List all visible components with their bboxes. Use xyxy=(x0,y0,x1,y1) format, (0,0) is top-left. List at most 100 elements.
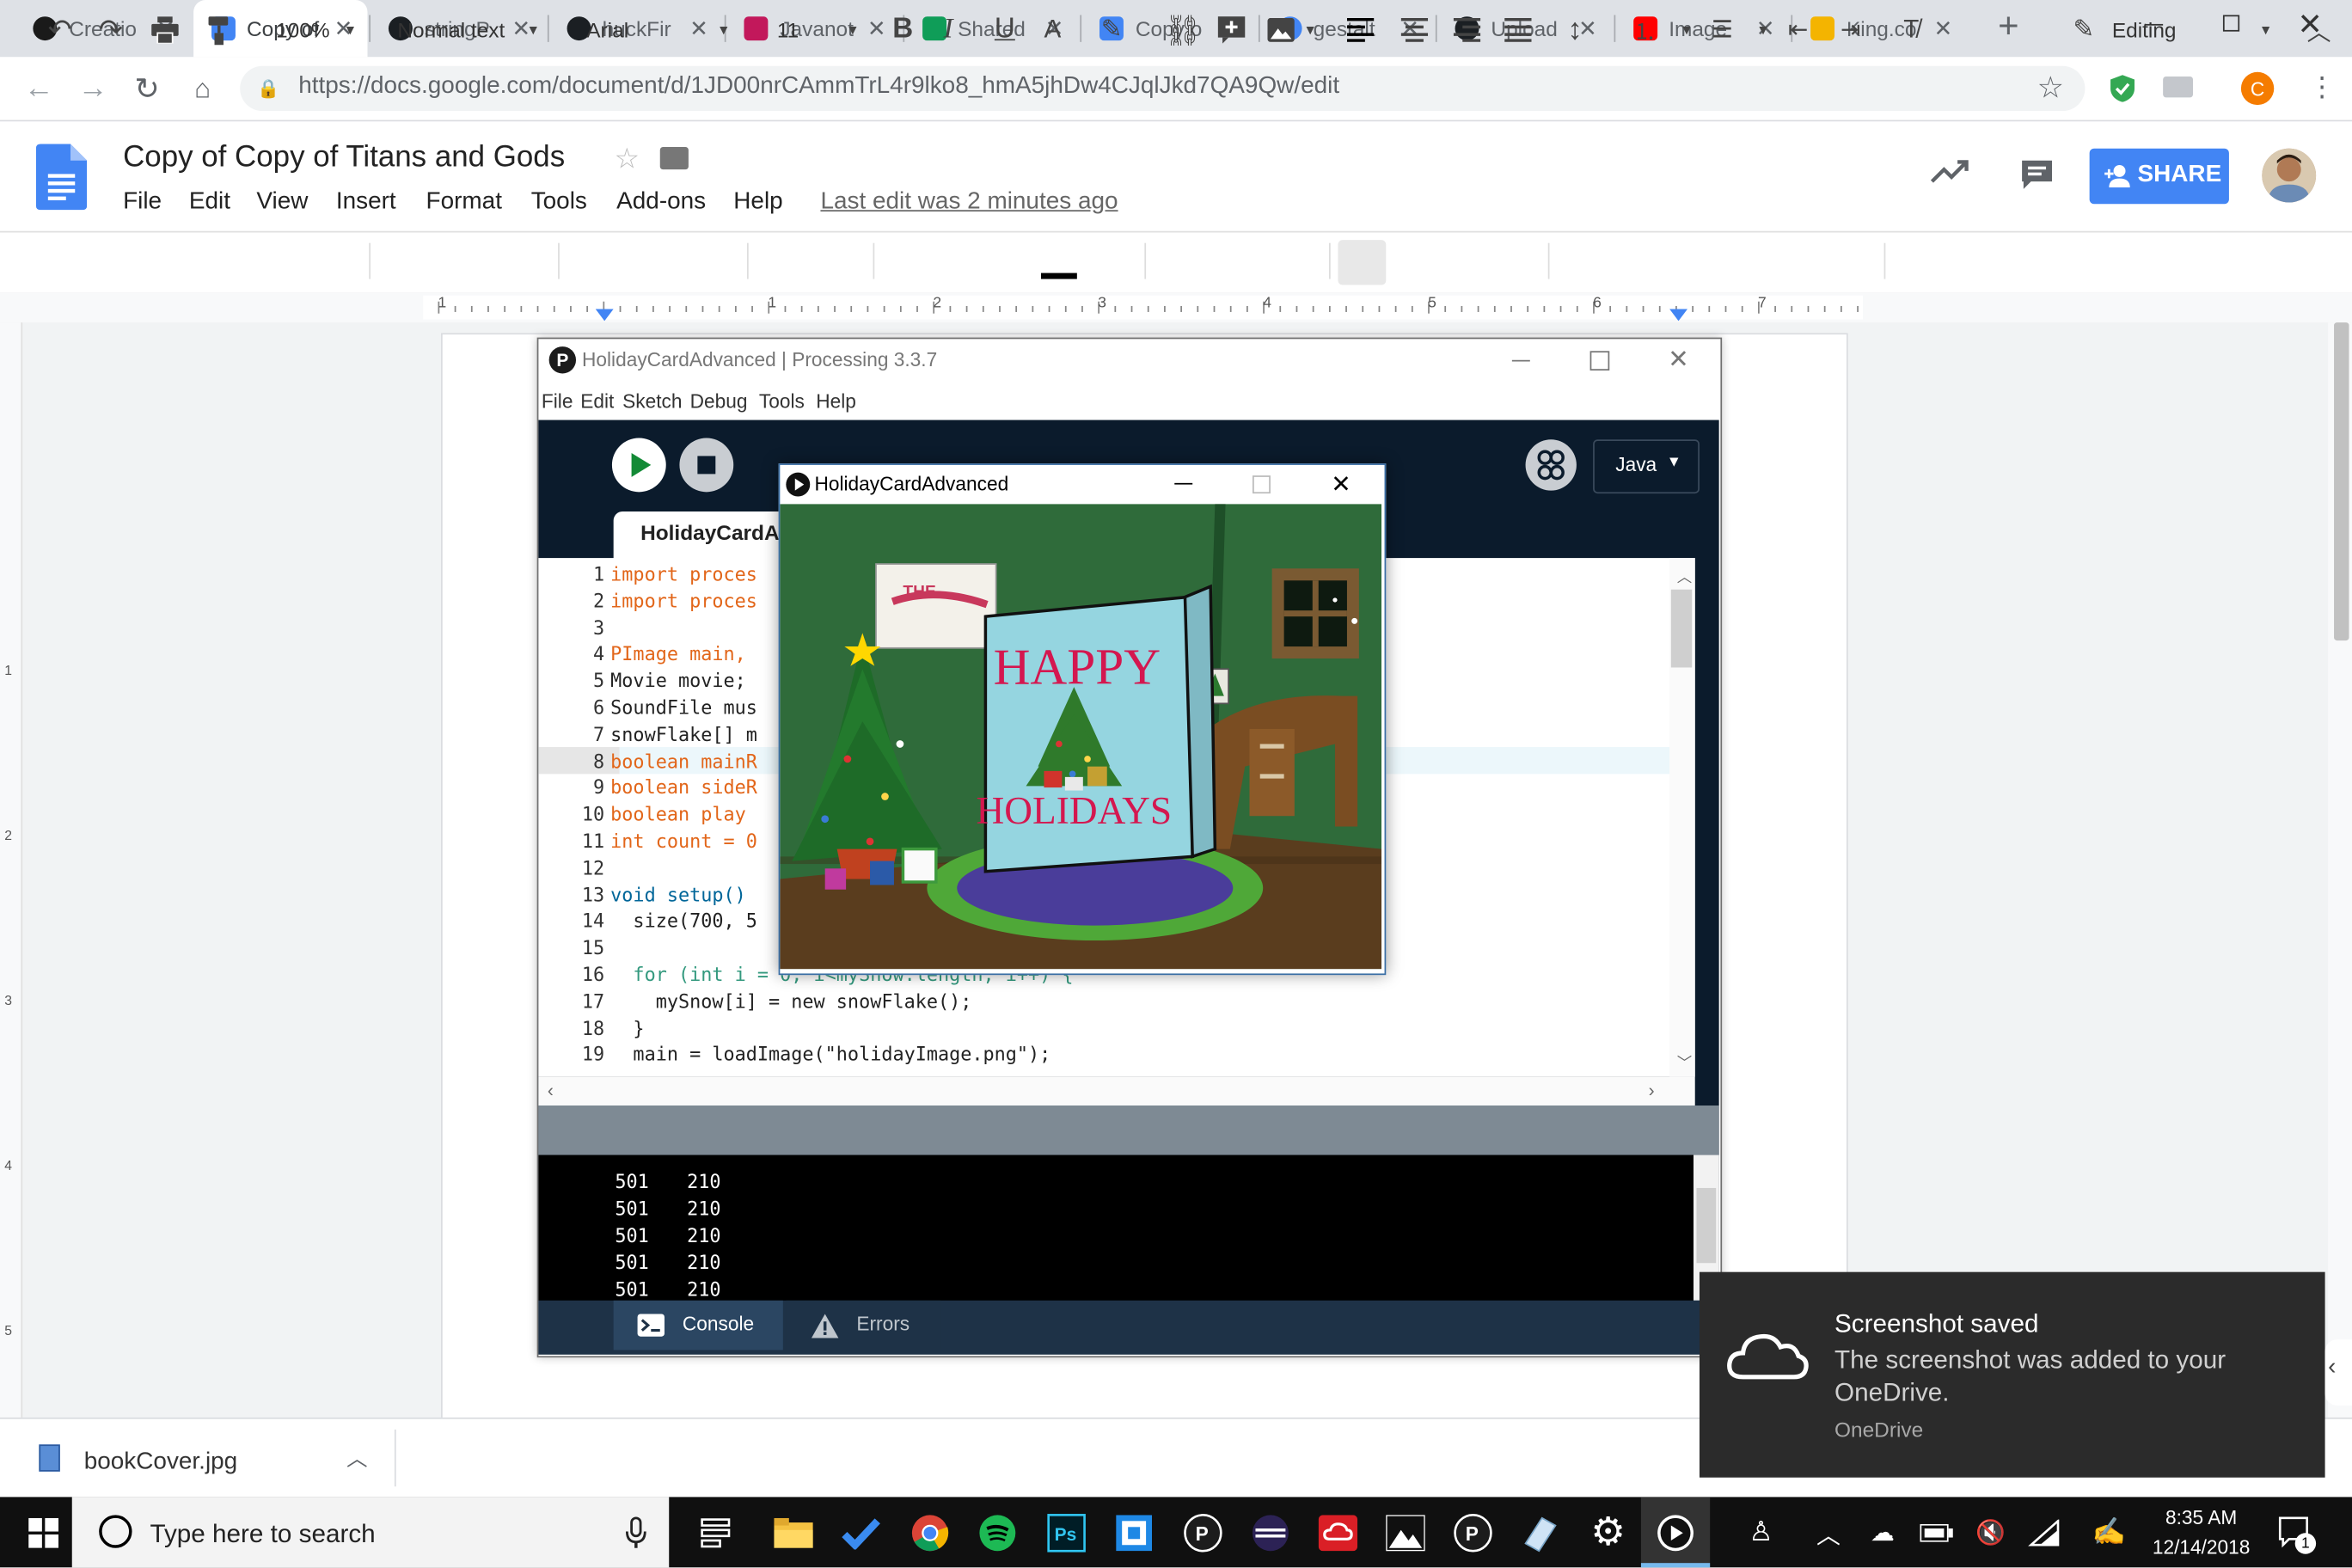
creative-cloud-icon[interactable] xyxy=(1303,1497,1372,1567)
clock-date[interactable]: 12/14/2018 xyxy=(2137,1536,2264,1559)
back-icon[interactable]: ← xyxy=(21,70,57,107)
last-edit-link[interactable]: Last edit was 2 minutes ago xyxy=(820,189,1118,216)
text-color-icon[interactable]: A xyxy=(1044,0,1061,60)
lock-icon[interactable]: 🔒 xyxy=(257,75,279,101)
user-avatar[interactable] xyxy=(2262,148,2317,203)
bookmark-star-icon[interactable]: ☆ xyxy=(2034,70,2067,104)
spotify-icon[interactable] xyxy=(963,1497,1032,1567)
processing-menu-item[interactable]: Help xyxy=(816,390,856,413)
browser-tab[interactable]: Javanot ✕ xyxy=(726,0,901,57)
new-tab-button[interactable]: + xyxy=(1990,6,2026,46)
processing-menu-item[interactable]: Tools xyxy=(759,390,805,413)
running-sketch-taskbar-icon[interactable] xyxy=(1640,1497,1711,1568)
underline-icon[interactable]: U xyxy=(995,0,1015,60)
editor-horizontal-scrollbar[interactable] xyxy=(538,1076,1695,1106)
browser-tab[interactable]: huckFir ✕ xyxy=(548,0,723,57)
paint-format-icon[interactable] xyxy=(207,0,231,60)
docs-menu-item[interactable]: Format xyxy=(426,189,502,216)
processing-menu-item[interactable]: Edit xyxy=(580,390,614,413)
link-icon[interactable]: ⛓ xyxy=(1164,0,1202,60)
processing-menu-item[interactable]: Sketch xyxy=(622,390,682,413)
print-icon[interactable] xyxy=(150,0,180,60)
scroll-right-arrow-icon[interactable]: › xyxy=(1649,1080,1655,1100)
redo-icon[interactable]: ↷ xyxy=(99,0,123,60)
close-tab-icon[interactable]: ✕ xyxy=(1928,15,1958,42)
download-filename[interactable]: bookCover.jpg xyxy=(84,1449,237,1476)
line-spacing-icon[interactable]: ↕ xyxy=(1567,0,1582,60)
processing-minimize-button[interactable] xyxy=(1511,359,1530,362)
todo-app-icon[interactable] xyxy=(826,1497,895,1567)
right-indent-marker[interactable] xyxy=(1669,302,1688,322)
restore-window-button[interactable] xyxy=(2222,15,2240,32)
left-indent-marker[interactable] xyxy=(595,302,614,322)
chrome-menu-icon[interactable]: ⋮ xyxy=(2308,69,2335,105)
editing-mode-select[interactable]: Editing xyxy=(2112,0,2177,60)
align-center-icon[interactable] xyxy=(1400,0,1429,60)
eclipse-icon[interactable] xyxy=(1236,1497,1305,1567)
people-icon[interactable]: ♙ xyxy=(1726,1497,1795,1567)
bold-icon[interactable]: B xyxy=(892,0,913,60)
docs-menu-item[interactable]: Insert xyxy=(336,189,396,216)
align-right-icon[interactable] xyxy=(1453,0,1481,60)
docs-logo-icon[interactable] xyxy=(35,144,88,211)
file-explorer-icon[interactable] xyxy=(759,1497,828,1567)
style-dropdown-icon[interactable]: ▼ xyxy=(526,0,540,60)
activity-trend-icon[interactable] xyxy=(1930,156,1969,186)
notes-app-icon[interactable] xyxy=(1506,1497,1575,1567)
insert-comment-icon[interactable] xyxy=(1216,0,1246,60)
increase-indent-icon[interactable]: ⇥ xyxy=(1841,0,1860,60)
folder-icon[interactable] xyxy=(659,147,689,170)
scroll-down-arrow-icon[interactable]: ﹀ xyxy=(1677,1050,1692,1072)
processing-menu-item[interactable]: Debug xyxy=(690,390,748,413)
font-size-select[interactable]: 11 xyxy=(777,0,799,60)
clear-formatting-icon[interactable]: T̸ xyxy=(1903,0,1919,60)
forward-icon[interactable]: → xyxy=(75,70,111,107)
extension-icon[interactable] xyxy=(2163,76,2194,98)
justify-icon[interactable] xyxy=(1504,0,1532,60)
code-line[interactable]: 17 mySnow[i] = new snowFlake(); xyxy=(538,989,1678,1015)
snipping-tool-icon[interactable] xyxy=(1099,1497,1168,1567)
scroll-left-arrow-icon[interactable]: ‹ xyxy=(548,1080,554,1100)
close-tab-icon[interactable]: ✕ xyxy=(684,15,714,42)
numbered-list-dropdown-icon[interactable]: ▼ xyxy=(1680,0,1694,60)
scroll-up-arrow-icon[interactable]: ︿ xyxy=(1677,564,1692,586)
photoshop-icon[interactable]: Ps xyxy=(1032,1497,1100,1567)
url-text[interactable]: https://docs.google.com/document/d/1JD00… xyxy=(298,74,1339,101)
comments-icon[interactable] xyxy=(2019,157,2055,190)
undo-icon[interactable]: ↶ xyxy=(48,0,72,60)
docs-menu-item[interactable]: File xyxy=(123,189,162,216)
settings-gear-icon[interactable]: ⚙ xyxy=(1573,1497,1642,1567)
photos-app-icon[interactable] xyxy=(1371,1497,1440,1567)
clock-time[interactable]: 8:35 AM xyxy=(2137,1506,2264,1528)
code-line[interactable]: 19 main = loadImage("holidayImage.png"); xyxy=(538,1042,1678,1069)
windows-start-icon[interactable] xyxy=(28,1517,59,1548)
numbered-list-icon[interactable]: ⒈ xyxy=(1633,0,1656,60)
document-scroll-thumb[interactable] xyxy=(2334,322,2349,641)
download-options-icon[interactable]: ︿ xyxy=(346,1443,367,1473)
document-title[interactable]: Copy of Copy of Titans and Gods xyxy=(123,141,565,175)
bulleted-list-icon[interactable]: ☰ xyxy=(1712,0,1733,60)
close-tab-icon[interactable]: ✕ xyxy=(861,15,891,42)
docs-menu-item[interactable]: View xyxy=(256,189,308,216)
shield-extension-icon[interactable] xyxy=(2109,74,2135,104)
size-dropdown-icon[interactable]: ▼ xyxy=(846,0,860,60)
pen-workspace-icon[interactable]: ✍ xyxy=(2074,1497,2143,1567)
docs-menu-item[interactable]: Help xyxy=(733,189,782,216)
sketch-maximize-button[interactable] xyxy=(1252,475,1271,494)
mode-dropdown-icon[interactable]: ▼ xyxy=(2259,0,2273,60)
italic-icon[interactable]: I xyxy=(944,0,953,60)
microphone-icon[interactable] xyxy=(625,1516,646,1549)
docs-menu-item[interactable]: Add-ons xyxy=(616,189,706,216)
debugger-icon[interactable] xyxy=(1525,439,1577,491)
stop-button[interactable] xyxy=(679,438,734,493)
editor-scroll-thumb[interactable] xyxy=(1670,589,1693,668)
collapse-menu-icon[interactable]: ︿ xyxy=(2307,0,2331,60)
run-button[interactable] xyxy=(611,438,666,493)
reload-icon[interactable]: ↻ xyxy=(129,70,165,107)
decrease-indent-icon[interactable]: ⇤ xyxy=(1788,0,1808,60)
docs-menu-item[interactable]: Tools xyxy=(531,189,587,216)
processing-menu-item[interactable]: File xyxy=(542,390,573,413)
processing-taskbar-icon-2[interactable]: P xyxy=(1438,1497,1507,1567)
wifi-icon[interactable] xyxy=(2010,1497,2079,1567)
home-icon[interactable]: ⌂ xyxy=(185,70,221,107)
